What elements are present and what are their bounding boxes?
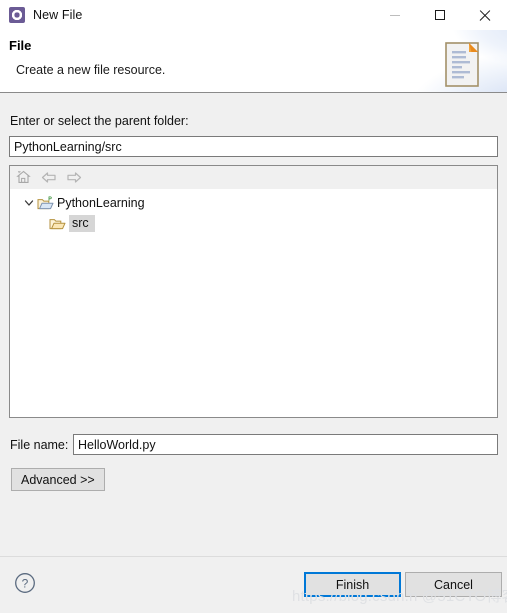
svg-text:?: ? xyxy=(22,576,29,590)
tree-body: P PythonLearning src xyxy=(10,189,497,417)
forward-arrow-icon[interactable] xyxy=(65,169,82,185)
maximize-icon xyxy=(434,10,445,20)
eclipse-gear-icon xyxy=(9,7,25,23)
wizard-header: File Create a new file resource. xyxy=(0,30,507,93)
chevron-down-icon[interactable] xyxy=(22,196,36,210)
file-name-label: File name: xyxy=(10,438,69,452)
minimize-button[interactable] xyxy=(372,0,417,30)
tree-item-label: PythonLearning xyxy=(57,196,145,210)
folder-tree-panel[interactable]: P PythonLearning src xyxy=(9,165,498,418)
new-file-dialog: New File File Create a new file resource… xyxy=(0,0,507,613)
source-folder-icon xyxy=(48,215,66,231)
finish-button[interactable]: Finish xyxy=(304,572,401,597)
page-description: Create a new file resource. xyxy=(16,63,166,77)
cancel-button[interactable]: Cancel xyxy=(405,572,502,597)
tree-item-src[interactable]: src xyxy=(10,213,497,233)
parent-folder-label: Enter or select the parent folder: xyxy=(10,114,189,128)
close-icon xyxy=(479,9,491,21)
advanced-button[interactable]: Advanced >> xyxy=(11,468,105,491)
window-controls xyxy=(372,0,507,30)
svg-text:P: P xyxy=(48,196,52,202)
title-bar: New File xyxy=(0,0,507,30)
file-name-input[interactable] xyxy=(73,434,498,455)
close-button[interactable] xyxy=(462,0,507,30)
new-file-document-icon xyxy=(445,42,479,87)
tree-toolbar xyxy=(10,166,497,189)
project-folder-icon: P xyxy=(36,195,54,211)
maximize-button[interactable] xyxy=(417,0,462,30)
parent-folder-input[interactable] xyxy=(9,136,498,157)
tree-item-label: src xyxy=(69,214,95,232)
help-icon[interactable]: ? xyxy=(14,572,36,594)
window-title: New File xyxy=(33,8,83,22)
page-title: File xyxy=(9,38,32,53)
back-arrow-icon[interactable] xyxy=(40,169,57,185)
footer-divider xyxy=(0,556,507,557)
home-icon[interactable] xyxy=(15,169,32,185)
minimize-icon xyxy=(389,14,400,16)
tree-item-pythonlearning[interactable]: P PythonLearning xyxy=(10,193,497,213)
